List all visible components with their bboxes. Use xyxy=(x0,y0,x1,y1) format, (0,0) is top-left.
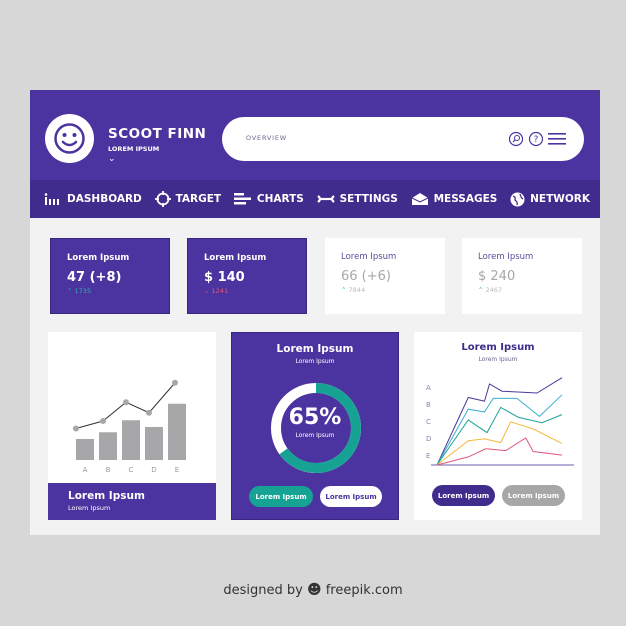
stat-title: Lorem Ipsum xyxy=(478,252,534,262)
white-button[interactable]: Lorem Ipsum xyxy=(320,486,382,507)
bar-D xyxy=(145,427,163,460)
chevron-down-icon[interactable]: ⌄ xyxy=(108,154,116,164)
trend-point xyxy=(172,379,178,386)
user-name: SCOOT FINN xyxy=(108,126,207,142)
nav-bar: DASHBOARD TARGET CHARTS SETTINGS MESSAGE… xyxy=(30,180,600,218)
nav-label: NETWORK xyxy=(530,193,590,205)
stat-card[interactable]: Lorem Ipsum 66 (+6) ⌃ 7844 xyxy=(325,238,445,314)
avatar[interactable] xyxy=(45,114,94,163)
settings-icon xyxy=(316,195,335,203)
arrow-up-icon: ⌃ xyxy=(478,286,484,294)
grey-button[interactable]: Lorem Ipsum xyxy=(502,485,565,506)
y-label: D xyxy=(426,435,431,443)
y-label: C xyxy=(426,418,431,426)
overview-bar[interactable]: OVERVIEW ? xyxy=(222,117,584,161)
line-chart-card: Lorem Ipsum Lorem Ipsum ABCDE Lorem Ipsu… xyxy=(414,332,582,520)
y-label: B xyxy=(426,401,431,409)
stat-value: $ 240 xyxy=(478,269,516,284)
card-subtitle: Lorem Ipsum xyxy=(68,504,111,512)
bar-label: B xyxy=(106,466,111,474)
bar-label: E xyxy=(175,466,179,474)
card-title: Lorem Ipsum xyxy=(68,490,145,502)
nav-messages[interactable]: MESSAGES xyxy=(411,192,498,206)
bar-label: C xyxy=(129,466,134,474)
bar-label: A xyxy=(83,466,88,474)
bar-chart-card: A B C D E Lorem Ipsum Lorem Ipsum xyxy=(48,332,216,520)
percent-label: 65% xyxy=(288,405,342,430)
teal-button[interactable]: Lorem Ipsum xyxy=(249,486,313,507)
footer-credit: designed by ☻ freepik.com xyxy=(0,582,626,598)
smiley-icon xyxy=(54,123,85,154)
target-icon xyxy=(154,191,171,207)
messages-icon xyxy=(411,193,428,205)
bar-A xyxy=(76,439,94,460)
line-series-4 xyxy=(436,421,563,466)
trend-point xyxy=(123,399,129,406)
stat-value: 47 (+8) xyxy=(67,270,122,285)
stat-title: Lorem Ipsum xyxy=(204,253,267,263)
card-title: Lorem Ipsum xyxy=(276,343,354,355)
arrow-up-icon: ⌃ xyxy=(67,287,73,295)
bar-label: D xyxy=(151,466,156,474)
network-icon xyxy=(510,192,525,206)
footer-brand: freepik.com xyxy=(325,583,403,598)
svg-text:?: ? xyxy=(534,135,539,145)
card-subtitle: Lorem Ipsum xyxy=(295,358,335,365)
freepik-logo-icon: ☻ xyxy=(306,582,322,598)
footer-prefix: designed by xyxy=(223,583,303,598)
stat-title: Lorem Ipsum xyxy=(67,253,130,263)
nav-target[interactable]: TARGET xyxy=(154,191,222,207)
line-series-1 xyxy=(436,377,563,466)
stat-value: $ 140 xyxy=(204,270,245,285)
donut-sublabel: Lorem Ipsum xyxy=(295,432,335,439)
help-icon[interactable]: ? xyxy=(528,131,544,147)
nav-dashboard[interactable]: DASHBOARD xyxy=(44,193,142,205)
stat-card[interactable]: Lorem Ipsum $ 240 ⌃ 2467 xyxy=(462,238,582,314)
menu-icon[interactable] xyxy=(548,132,566,146)
stat-card[interactable]: Lorem Ipsum 47 (+8) ⌃ 1735 xyxy=(50,238,170,314)
trend-point xyxy=(73,425,79,432)
line-series-3 xyxy=(436,406,563,466)
line-chart: A B C D E xyxy=(426,377,574,466)
charts-icon xyxy=(233,193,251,205)
trend-point xyxy=(100,418,106,424)
nav-label: DASHBOARD xyxy=(67,193,142,205)
stat-sub: 2467 xyxy=(485,286,503,294)
nav-charts[interactable]: CHARTS xyxy=(233,193,304,205)
nav-network[interactable]: NETWORK xyxy=(510,192,590,207)
nav-settings[interactable]: SETTINGS xyxy=(316,193,398,205)
arrow-up-icon: ⌃ xyxy=(341,286,347,294)
stat-value: 66 (+6) xyxy=(341,269,391,284)
y-label: E xyxy=(426,452,430,460)
stat-sub: 1241 xyxy=(211,287,229,295)
y-label: A xyxy=(426,384,431,392)
stat-sub: 7844 xyxy=(348,286,366,294)
bar-B xyxy=(99,432,117,460)
donut-card: Lorem Ipsum Lorem Ipsum 65% Lorem Ipsum … xyxy=(231,332,399,520)
nav-label: MESSAGES xyxy=(433,193,498,205)
bar-E xyxy=(168,403,186,460)
nav-label: SETTINGS xyxy=(339,193,398,205)
nav-label: TARGET xyxy=(175,193,222,205)
stat-card[interactable]: Lorem Ipsum $ 140 ⌄ 1241 xyxy=(187,238,307,314)
trend-point xyxy=(146,409,152,416)
arrow-down-icon: ⌄ xyxy=(204,287,210,295)
stat-sub: 1735 xyxy=(74,287,92,295)
search-icon[interactable] xyxy=(508,131,524,147)
line-series-2 xyxy=(436,394,563,466)
overview-label: OVERVIEW xyxy=(246,134,288,142)
bar-chart: A B C D E xyxy=(73,379,186,474)
bar-C xyxy=(122,420,140,460)
purple-button[interactable]: Lorem Ipsum xyxy=(432,485,495,506)
dashboard-icon xyxy=(44,193,59,205)
stat-title: Lorem Ipsum xyxy=(341,252,397,262)
nav-label: CHARTS xyxy=(256,193,304,205)
user-subtitle: LOREM IPSUM xyxy=(108,145,160,153)
